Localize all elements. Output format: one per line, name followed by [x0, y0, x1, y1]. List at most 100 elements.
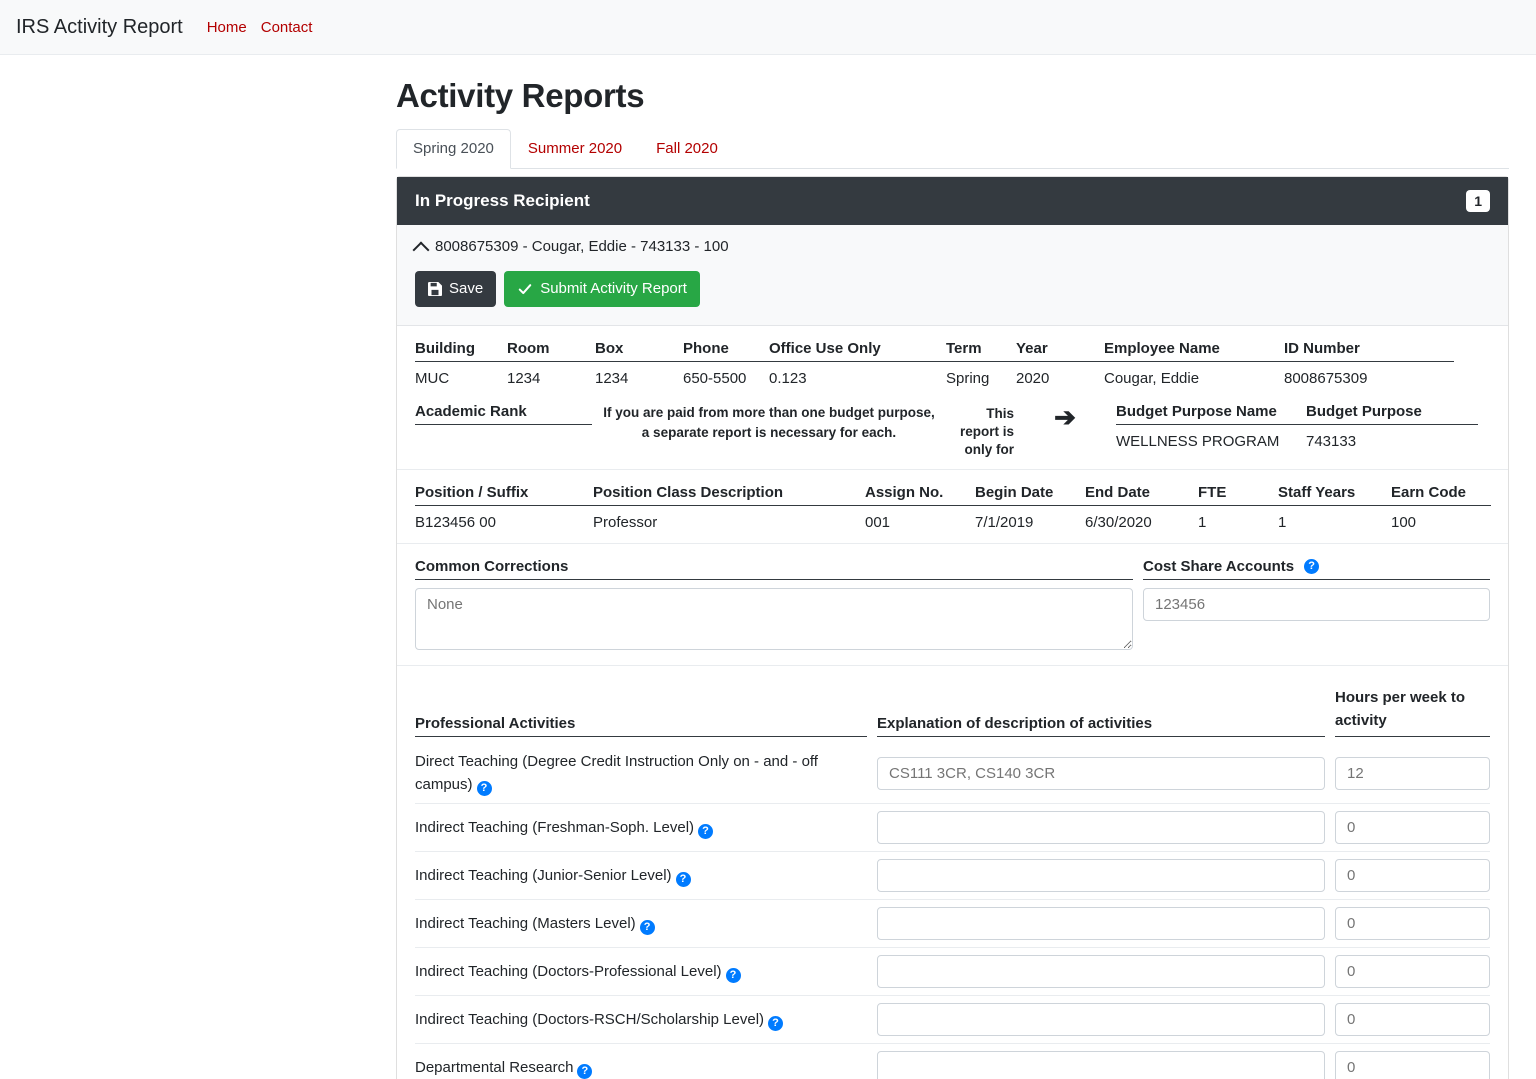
- field-earn-code: Earn Code 100: [1391, 484, 1491, 533]
- action-button-row: Save Submit Activity Report: [397, 259, 1508, 325]
- value-position-suffix: B123456 00: [415, 514, 593, 533]
- main-content: Activity Reports Spring 2020 Summer 2020…: [396, 55, 1509, 1079]
- field-id-number: ID Number 8008675309: [1284, 340, 1454, 389]
- value-assign-no: 001: [865, 514, 975, 533]
- field-assign-no: Assign No. 001: [865, 484, 975, 533]
- activity-explanation-input[interactable]: [877, 955, 1325, 988]
- activity-hours-input[interactable]: [1335, 757, 1490, 790]
- label-employee-name: Employee Name: [1104, 340, 1284, 362]
- activity-label-text: Direct Teaching (Degree Credit Instructi…: [415, 753, 818, 793]
- common-corrections-textarea[interactable]: [415, 588, 1133, 650]
- page-title: Activity Reports: [396, 55, 1509, 125]
- value-budget-purpose: 743133: [1306, 433, 1478, 452]
- save-button-label: Save: [449, 279, 483, 299]
- activity-row: Indirect Teaching (Junior-Senior Level)?: [415, 852, 1490, 900]
- field-common-corrections: Common Corrections: [415, 558, 1133, 655]
- label-budget-purpose-name: Budget Purpose Name: [1116, 403, 1306, 425]
- label-year: Year: [1016, 340, 1104, 362]
- chevron-up-icon: [413, 241, 430, 258]
- label-budget-purpose: Budget Purpose: [1306, 403, 1478, 425]
- cost-share-accounts-input[interactable]: [1143, 588, 1490, 621]
- label-common-corrections: Common Corrections: [415, 558, 1133, 580]
- field-employee-name: Employee Name Cougar, Eddie: [1104, 340, 1284, 389]
- field-term: Term Spring: [946, 340, 1016, 389]
- activity-hours-input[interactable]: [1335, 1003, 1490, 1036]
- help-circle-icon[interactable]: ?: [768, 1016, 783, 1031]
- field-building: Building MUC: [415, 340, 507, 389]
- value-phone: 650-5500: [683, 370, 769, 389]
- col-header-explanation: Explanation of description of activities: [877, 715, 1325, 737]
- report-scope-note: This report is only for: [946, 403, 1014, 459]
- help-circle-icon[interactable]: ?: [1304, 559, 1319, 574]
- activity-explanation-input[interactable]: [877, 907, 1325, 940]
- value-office-use-only: 0.123: [769, 370, 946, 389]
- help-circle-icon[interactable]: ?: [577, 1064, 592, 1079]
- corrections-grid: Common Corrections Cost Share Accounts ?: [415, 558, 1490, 655]
- activity-explanation-input[interactable]: [877, 811, 1325, 844]
- navbar-links: Home Contact: [207, 19, 313, 36]
- tab-spring-2020[interactable]: Spring 2020: [396, 129, 511, 169]
- field-staff-years: Staff Years 1: [1278, 484, 1391, 533]
- value-staff-years: 1: [1278, 514, 1391, 533]
- help-circle-icon[interactable]: ?: [698, 824, 713, 839]
- label-building: Building: [415, 340, 507, 362]
- field-academic-rank: Academic Rank: [415, 403, 592, 452]
- activity-hours-input[interactable]: [1335, 955, 1490, 988]
- label-position-class-description: Position Class Description: [593, 484, 865, 506]
- activity-hours-input[interactable]: [1335, 1051, 1490, 1079]
- activity-explanation-input[interactable]: [877, 757, 1325, 790]
- activity-explanation-input[interactable]: [877, 859, 1325, 892]
- activity-row: Direct Teaching (Degree Credit Instructi…: [415, 743, 1490, 804]
- activity-hours-input[interactable]: [1335, 907, 1490, 940]
- tab-fall-2020[interactable]: Fall 2020: [639, 129, 735, 169]
- submit-activity-report-button[interactable]: Submit Activity Report: [504, 271, 700, 307]
- value-position-class-description: Professor: [593, 514, 865, 533]
- field-budget-purpose-name: Budget Purpose Name WELLNESS PROGRAM: [1116, 403, 1306, 452]
- value-building: MUC: [415, 370, 507, 389]
- activity-label-text: Indirect Teaching (Doctors-Professional …: [415, 963, 722, 980]
- field-cost-share-accounts: Cost Share Accounts ?: [1143, 558, 1490, 655]
- term-tabs: Spring 2020 Summer 2020 Fall 2020: [396, 129, 1509, 169]
- field-position-class-description: Position Class Description Professor: [593, 484, 865, 533]
- employee-info-grid: Building MUC Room 1234 Box 1234 Phone 65…: [415, 340, 1490, 389]
- value-id-number: 8008675309: [1284, 370, 1454, 389]
- col-header-professional-activities: Professional Activities: [415, 715, 867, 737]
- activity-label-text: Indirect Teaching (Doctors-RSCH/Scholars…: [415, 1011, 764, 1028]
- cost-share-label-text: Cost Share Accounts: [1143, 558, 1294, 575]
- tab-summer-2020[interactable]: Summer 2020: [511, 129, 639, 169]
- activity-explanation-input[interactable]: [877, 1003, 1325, 1036]
- field-position-suffix: Position / Suffix B123456 00: [415, 484, 593, 533]
- field-room: Room 1234: [507, 340, 595, 389]
- activity-hours-input[interactable]: [1335, 859, 1490, 892]
- card-header: In Progress Recipient 1: [397, 177, 1508, 225]
- activities-header-row: Professional Activities Explanation of d…: [415, 686, 1490, 743]
- activity-explanation-input[interactable]: [877, 1051, 1325, 1079]
- help-circle-icon[interactable]: ?: [676, 872, 691, 887]
- navbar-brand[interactable]: IRS Activity Report: [16, 16, 183, 39]
- field-year: Year 2020: [1016, 340, 1104, 389]
- activity-hours-input[interactable]: [1335, 811, 1490, 844]
- label-box: Box: [595, 340, 683, 362]
- label-term: Term: [946, 340, 1016, 362]
- nav-link-home[interactable]: Home: [207, 19, 247, 36]
- col-header-hours-per-week: Hours per week to activity: [1335, 686, 1490, 737]
- label-cost-share-accounts: Cost Share Accounts ?: [1143, 558, 1490, 580]
- activity-row: Indirect Teaching (Masters Level)?: [415, 900, 1490, 948]
- position-grid: Position / Suffix B123456 00 Position Cl…: [415, 484, 1490, 533]
- save-button[interactable]: Save: [415, 271, 496, 307]
- recipient-collapse-area: 8008675309 - Cougar, Eddie - 743133 - 10…: [397, 225, 1508, 326]
- academic-rank-grid: Academic Rank If you are paid from more …: [415, 403, 1490, 459]
- value-term: Spring: [946, 370, 1016, 389]
- field-fte: FTE 1: [1198, 484, 1278, 533]
- label-position-suffix: Position / Suffix: [415, 484, 593, 506]
- help-circle-icon[interactable]: ?: [726, 968, 741, 983]
- activity-label-text: Departmental Research: [415, 1059, 573, 1076]
- nav-link-contact[interactable]: Contact: [261, 19, 313, 36]
- help-circle-icon[interactable]: ?: [477, 781, 492, 796]
- field-phone: Phone 650-5500: [683, 340, 769, 389]
- activity-row: Indirect Teaching (Freshman-Soph. Level)…: [415, 804, 1490, 852]
- activity-label: Indirect Teaching (Doctors-Professional …: [415, 960, 867, 983]
- activity-label-text: Indirect Teaching (Freshman-Soph. Level): [415, 819, 694, 836]
- help-circle-icon[interactable]: ?: [640, 920, 655, 935]
- recipient-collapse-toggle[interactable]: 8008675309 - Cougar, Eddie - 743133 - 10…: [397, 225, 1508, 259]
